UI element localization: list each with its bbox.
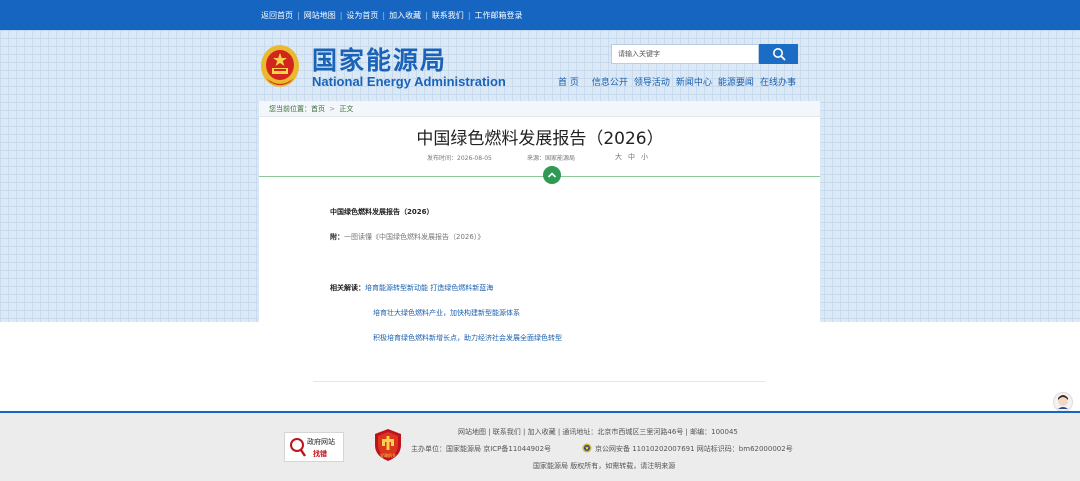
divider: | [382, 10, 386, 20]
nav-leadership[interactable]: 领导活动 [634, 75, 670, 88]
divider: | [425, 10, 428, 20]
top-link-contact[interactable]: 联系我们 [432, 10, 464, 21]
top-link-work-email[interactable]: 工作邮箱登录 [475, 10, 523, 21]
nav-energy-news[interactable]: 能源要闻 [718, 75, 754, 88]
magnifier-icon [290, 438, 306, 457]
content-divider [313, 381, 765, 382]
national-emblem-icon[interactable] [260, 44, 300, 88]
related-link-1[interactable]: 培育能源转型新动能 打造绿色燃料新蓝海 [365, 284, 493, 292]
assistant-avatar-icon[interactable] [1053, 392, 1073, 412]
footer-host-icp: 主办单位：国家能源局 京ICP备11044902号 [411, 445, 552, 453]
breadcrumb-current: 正文 [339, 105, 354, 113]
gov-badge-line1: 政府网站 [307, 438, 335, 446]
top-links: 返回首页 | 网站地图 | 设为首页 | 加入收藏 | 联系我们 | 工作邮箱登… [261, 0, 523, 30]
main-nav: 首 页 信息公开 领导活动 新闻中心 能源要闻 在线办事 [558, 75, 802, 88]
police-badge-icon [582, 443, 592, 453]
divider: | [297, 10, 300, 20]
footer-copyright: 国家能源局 版权所有，如需转载，请注明来源 [533, 462, 676, 470]
gov-badge-line2: 找错 [313, 450, 327, 458]
related-label: 相关解读： [330, 284, 365, 292]
related-link-3[interactable]: 积极培育绿色燃料新增长点，助力经济社会发展全面绿色转型 [373, 334, 562, 342]
search-button[interactable] [759, 44, 798, 64]
article-source: 来源：国家能源局 [527, 155, 576, 162]
article-title: 中国绿色燃料发展报告（2026） [416, 129, 664, 149]
attachment-link[interactable]: 一图读懂《中国绿色燃料发展报告（2026）》 [344, 233, 484, 241]
site-name-cn[interactable]: 国家能源局 [312, 41, 447, 77]
document-title: 中国绿色燃料发展报告（2026） [330, 208, 434, 216]
nav-news-center[interactable]: 新闻中心 [676, 75, 712, 88]
related-link-2[interactable]: 培育壮大绿色燃料产业，加快构建新型能源体系 [373, 309, 520, 317]
nav-info-disclosure[interactable]: 信息公开 [592, 75, 628, 88]
breadcrumb-home[interactable]: 首页 [311, 105, 325, 113]
divider: | [467, 10, 471, 20]
title-divider [259, 176, 820, 177]
gov-site-error-badge[interactable]: 政府网站 找错 [284, 432, 344, 462]
divider: | [339, 10, 343, 20]
nav-home[interactable]: 首 页 [558, 75, 579, 88]
publish-date: 发布时间：2026-08-05 [427, 155, 492, 162]
breadcrumb: 您当前位置：首页 > 正文 [259, 101, 820, 117]
top-bar: 返回首页 | 网站地图 | 设为首页 | 加入收藏 | 联系我们 | 工作邮箱登… [0, 0, 1080, 30]
breadcrumb-arrow: > [329, 105, 336, 113]
top-link-set-homepage[interactable]: 设为首页 [346, 10, 378, 21]
top-link-bookmark[interactable]: 加入收藏 [389, 10, 421, 21]
breadcrumb-prefix: 您当前位置： [269, 105, 311, 113]
font-size-small[interactable]: 小 [641, 152, 648, 162]
top-link-sitemap[interactable]: 网站地图 [304, 10, 336, 21]
collapse-button[interactable] [543, 166, 561, 184]
attachment-label: 附： [330, 233, 344, 241]
footer-police-record[interactable]: 京公网安备 11010202007691 网站标识码：bm62000002号 [595, 444, 793, 454]
search-input[interactable]: 请输入关键字 [611, 44, 759, 64]
chevron-up-icon [547, 172, 557, 178]
party-gov-badge[interactable]: 党政机关 [373, 428, 403, 462]
nav-online-services[interactable]: 在线办事 [760, 75, 796, 88]
font-size-medium[interactable]: 中 [628, 152, 635, 162]
party-badge-text: 党政机关 [380, 452, 396, 458]
top-link-home[interactable]: 返回首页 [261, 10, 293, 21]
site-name-en[interactable]: National Energy Administration [312, 74, 506, 89]
font-size-large[interactable]: 大 [615, 152, 622, 162]
search-icon [772, 48, 786, 61]
footer-links-address[interactable]: 网站地图 | 联系我们 | 加入收藏 | 通讯地址：北京市西城区三里河路46号 … [458, 427, 738, 437]
